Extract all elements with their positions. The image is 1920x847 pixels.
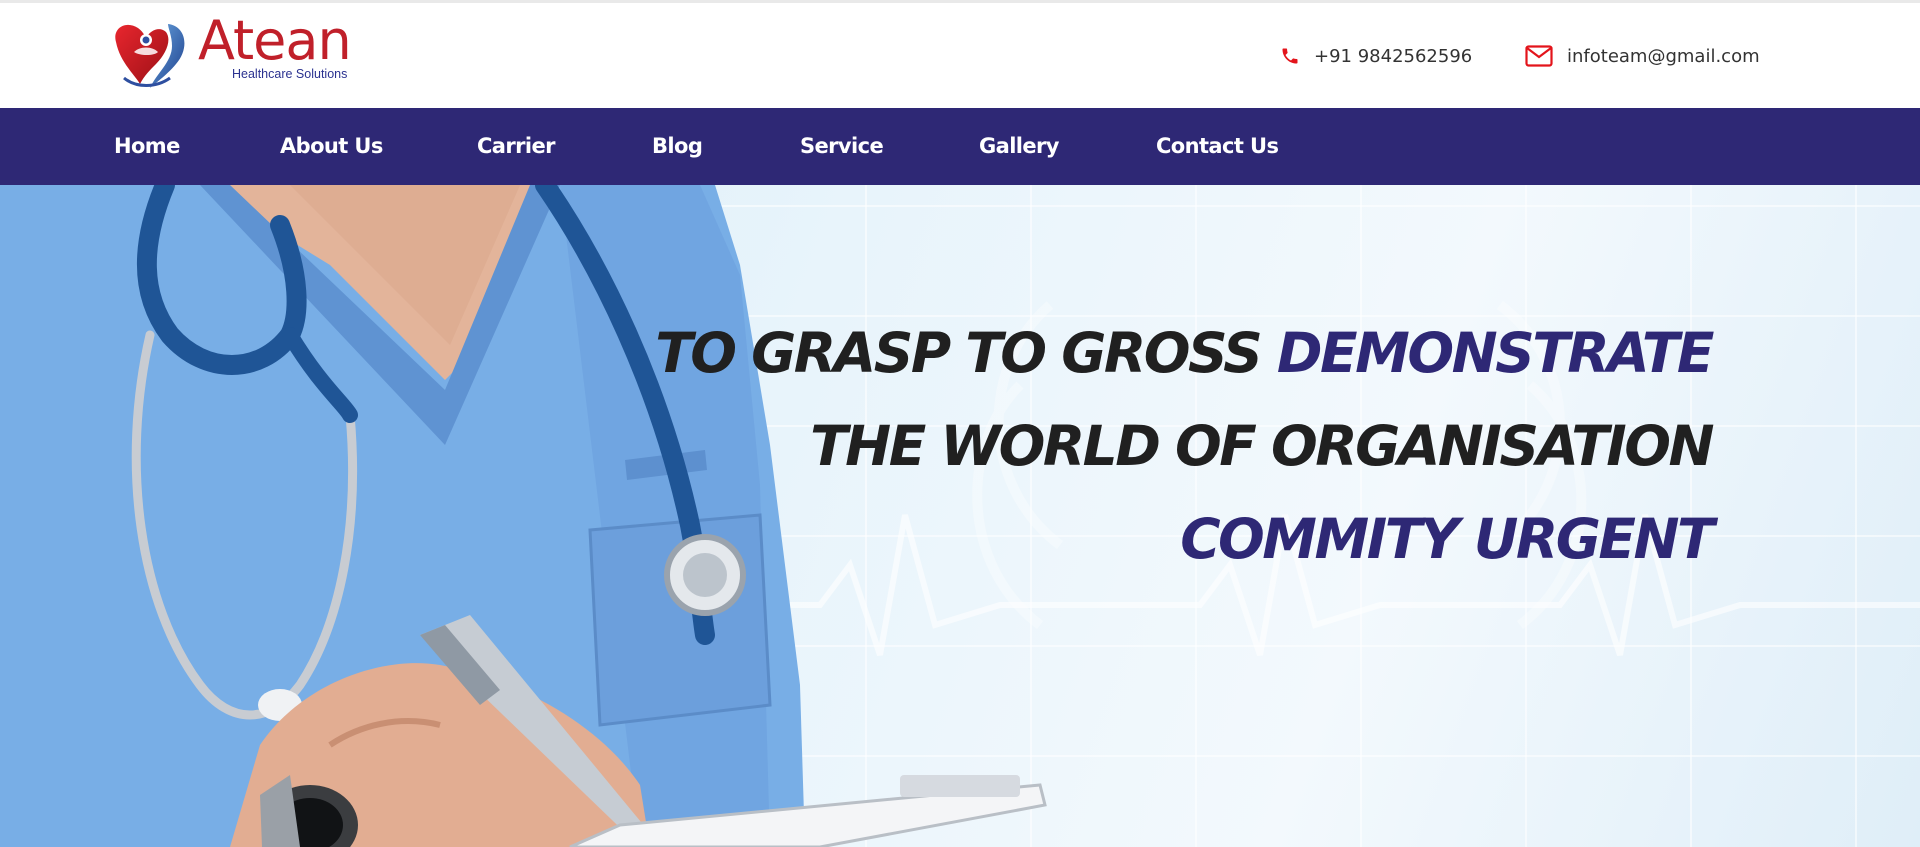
hero-banner: TO GRASP TO GROSS DEMONSTRATE THE WORLD … bbox=[0, 185, 1920, 847]
hero-line-1-accent: DEMONSTRATE bbox=[1276, 321, 1715, 385]
header-email[interactable]: infoteam@gmail.com bbox=[1525, 41, 1760, 71]
hero-line-3: COMMITY URGENT bbox=[1180, 507, 1714, 571]
nav-contact-us[interactable]: Contact Us bbox=[1156, 108, 1279, 185]
nav-service[interactable]: Service bbox=[800, 108, 884, 185]
page: Atean Healthcare Solutions +91 984256259… bbox=[0, 0, 1920, 847]
nav-blog[interactable]: Blog bbox=[652, 108, 703, 185]
hero-line-2: THE WORLD OF ORGANISATION bbox=[810, 414, 1714, 478]
hero-line-1-text: TO GRASP TO GROSS bbox=[655, 321, 1277, 385]
envelope-icon bbox=[1525, 45, 1553, 67]
hero-heading: TO GRASP TO GROSS DEMONSTRATE THE WORLD … bbox=[655, 307, 1715, 586]
nav-carrier[interactable]: Carrier bbox=[477, 108, 556, 185]
brand-logo[interactable]: Atean Healthcare Solutions bbox=[110, 14, 370, 93]
main-nav: Home About Us Carrier Blog Service Galle… bbox=[0, 108, 1920, 185]
header-phone[interactable]: +91 9842562596 bbox=[1280, 41, 1472, 71]
site-header: Atean Healthcare Solutions +91 984256259… bbox=[0, 3, 1920, 108]
logo-mark-icon bbox=[115, 24, 185, 88]
brand-name: Atean bbox=[198, 9, 352, 72]
phone-number: +91 9842562596 bbox=[1314, 45, 1473, 67]
nav-about-us[interactable]: About Us bbox=[280, 108, 383, 185]
brand-tagline: Healthcare Solutions bbox=[232, 67, 348, 81]
nav-gallery[interactable]: Gallery bbox=[979, 108, 1060, 185]
nav-home[interactable]: Home bbox=[114, 108, 180, 185]
phone-icon bbox=[1280, 45, 1300, 67]
email-address: infoteam@gmail.com bbox=[1567, 45, 1760, 67]
hero-line-1: TO GRASP TO GROSS DEMONSTRATE bbox=[655, 307, 1715, 400]
